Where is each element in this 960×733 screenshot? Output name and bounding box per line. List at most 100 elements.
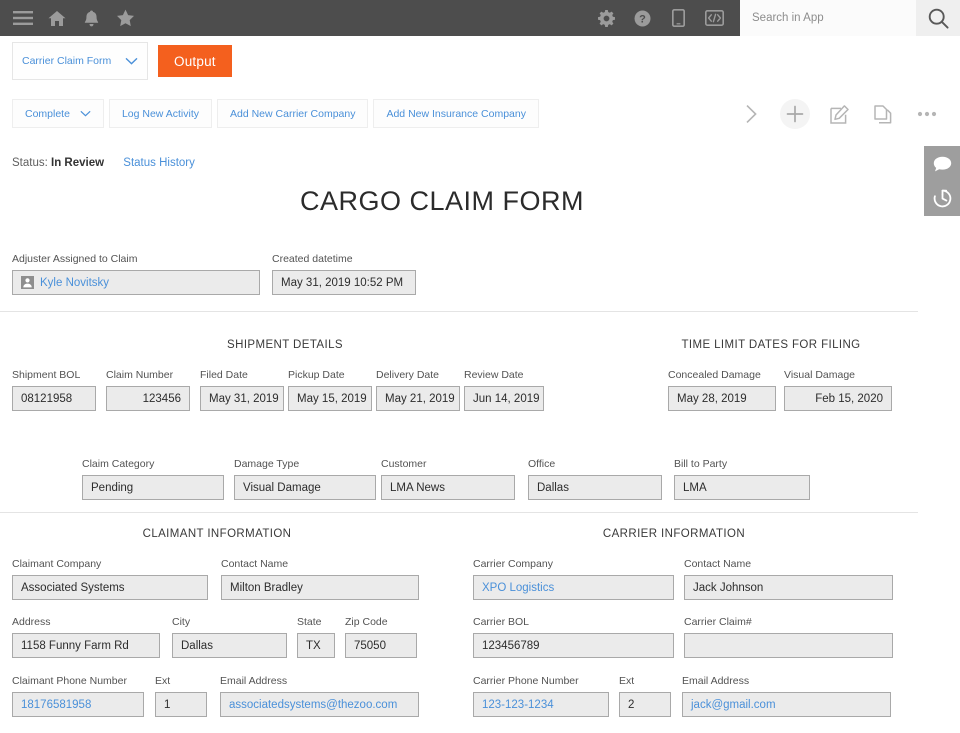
review-date-value: Jun 14, 2019	[473, 392, 540, 405]
output-button[interactable]: Output	[158, 45, 232, 77]
complete-button[interactable]: Complete	[12, 99, 104, 128]
carrier-phone-label: Carrier Phone Number	[473, 675, 579, 687]
claim-number-input[interactable]: 123456	[106, 386, 190, 411]
pickup-date-label: Pickup Date	[288, 369, 345, 381]
concealed-damage-value: May 28, 2019	[677, 392, 747, 405]
action-button-row: Complete Log New Activity Add New Carrie…	[12, 99, 544, 128]
edit-icon[interactable]	[824, 99, 854, 129]
chevron-down-icon	[80, 108, 91, 120]
divider	[0, 311, 918, 312]
customer-field: Customer LMA News	[381, 458, 515, 500]
time-limit-heading: TIME LIMIT DATES FOR FILING	[681, 339, 861, 351]
carrier-claim-number-field: Carrier Claim#	[684, 616, 893, 658]
pickup-date-value: May 15, 2019	[297, 392, 367, 405]
add-new-carrier-company-button[interactable]: Add New Carrier Company	[217, 99, 369, 128]
adjuster-input[interactable]: Kyle Novitsky	[12, 270, 260, 295]
add-new-insurance-company-button[interactable]: Add New Insurance Company	[373, 99, 539, 128]
delivery-date-input[interactable]: May 21, 2019	[376, 386, 460, 411]
office-input[interactable]: Dallas	[528, 475, 662, 500]
menu-icon[interactable]	[6, 0, 40, 36]
chevron-right-icon[interactable]	[736, 99, 766, 129]
office-label: Office	[528, 458, 556, 470]
created-datetime-input[interactable]: May 31, 2019 10:52 PM	[272, 270, 416, 295]
visual-damage-date-label: Visual Damage	[784, 369, 856, 381]
claimant-company-input[interactable]: Associated Systems	[12, 575, 208, 600]
review-date-label: Review Date	[464, 369, 524, 381]
claimant-zip-input[interactable]: 75050	[345, 633, 417, 658]
carrier-bol-field: Carrier BOL 123456789	[473, 616, 674, 658]
visual-damage-date-field: Visual Damage Feb 15, 2020	[784, 369, 892, 411]
review-date-input[interactable]: Jun 14, 2019	[464, 386, 544, 411]
search-input[interactable]	[740, 0, 916, 36]
more-icon[interactable]	[912, 99, 942, 129]
claimant-city-input[interactable]: Dallas	[172, 633, 287, 658]
adjuster-field: Adjuster Assigned to Claim Kyle Novitsky	[12, 253, 260, 295]
carrier-bol-input[interactable]: 123456789	[473, 633, 674, 658]
global-top-bar: ?	[0, 0, 960, 36]
claimant-contact-name-value: Milton Bradley	[230, 581, 303, 594]
user-icon	[21, 276, 34, 289]
log-new-activity-button[interactable]: Log New Activity	[108, 99, 212, 128]
claimant-email-label: Email Address	[220, 675, 288, 687]
damage-type-input[interactable]: Visual Damage	[234, 475, 376, 500]
pickup-date-input[interactable]: May 15, 2019	[288, 386, 372, 411]
chevron-down-icon	[125, 52, 138, 70]
bill-to-party-input[interactable]: LMA	[674, 475, 810, 500]
divider	[0, 512, 918, 513]
help-icon[interactable]: ?	[624, 0, 660, 36]
form-selector-dropdown[interactable]: Carrier Claim Form	[12, 42, 148, 80]
visual-damage-date-input[interactable]: Feb 15, 2020	[784, 386, 892, 411]
status-history-link[interactable]: Status History	[123, 157, 195, 169]
shipment-bol-label: Shipment BOL	[12, 369, 81, 381]
filed-date-value: May 31, 2019	[209, 392, 279, 405]
carrier-claim-number-label: Carrier Claim#	[684, 616, 752, 628]
concealed-damage-input[interactable]: May 28, 2019	[668, 386, 776, 411]
carrier-company-input[interactable]: XPO Logistics	[473, 575, 674, 600]
form-selector-label: Carrier Claim Form	[22, 55, 112, 67]
carrier-ext-value: 2	[628, 698, 635, 711]
status-line: Status: In Review Status History	[12, 157, 195, 169]
bell-icon[interactable]	[74, 0, 108, 36]
claimant-zip-label: Zip Code	[345, 616, 388, 628]
filed-date-input[interactable]: May 31, 2019	[200, 386, 284, 411]
created-datetime-label: Created datetime	[272, 253, 353, 265]
top-bar-right-cluster: ?	[588, 0, 960, 36]
claimant-company-label: Claimant Company	[12, 558, 102, 570]
gear-icon[interactable]	[588, 0, 624, 36]
global-search	[740, 0, 960, 36]
claimant-ext-input[interactable]: 1	[155, 692, 207, 717]
claimant-information-heading: CLAIMANT INFORMATION	[142, 528, 292, 540]
search-icon[interactable]	[916, 0, 960, 36]
claim-number-field: Claim Number 123456	[106, 369, 190, 411]
code-icon[interactable]	[696, 0, 732, 36]
carrier-ext-input[interactable]: 2	[619, 692, 671, 717]
carrier-bol-label: Carrier BOL	[473, 616, 530, 628]
claimant-address-input[interactable]: 1158 Funny Farm Rd	[12, 633, 160, 658]
carrier-contact-name-input[interactable]: Jack Johnson	[684, 575, 893, 600]
claimant-company-value: Associated Systems	[21, 581, 125, 594]
mobile-icon[interactable]	[660, 0, 696, 36]
claimant-city-label: City	[172, 616, 191, 628]
comment-icon[interactable]	[924, 146, 960, 181]
plus-icon[interactable]	[780, 99, 810, 129]
shipment-bol-input[interactable]: 08121958	[12, 386, 96, 411]
claimant-phone-label: Claimant Phone Number	[12, 675, 127, 687]
copy-icon[interactable]	[868, 99, 898, 129]
history-icon[interactable]	[924, 181, 960, 216]
claimant-contact-name-input[interactable]: Milton Bradley	[221, 575, 419, 600]
carrier-email-input[interactable]: jack@gmail.com	[682, 692, 891, 717]
carrier-information-heading: CARRIER INFORMATION	[602, 528, 746, 540]
claimant-phone-input[interactable]: 18176581958	[12, 692, 144, 717]
star-icon[interactable]	[108, 0, 142, 36]
adjuster-label: Adjuster Assigned to Claim	[12, 253, 138, 265]
claim-number-value: 123456	[142, 392, 181, 405]
claim-category-input[interactable]: Pending	[82, 475, 224, 500]
page-title: CARGO CLAIM FORM	[299, 186, 584, 216]
carrier-phone-input[interactable]: 123-123-1234	[473, 692, 609, 717]
claimant-state-value: TX	[306, 639, 321, 652]
customer-input[interactable]: LMA News	[381, 475, 515, 500]
home-icon[interactable]	[40, 0, 74, 36]
claimant-state-input[interactable]: TX	[297, 633, 335, 658]
claimant-email-input[interactable]: associatedsystems@thezoo.com	[220, 692, 419, 717]
carrier-claim-number-input[interactable]	[684, 633, 893, 658]
